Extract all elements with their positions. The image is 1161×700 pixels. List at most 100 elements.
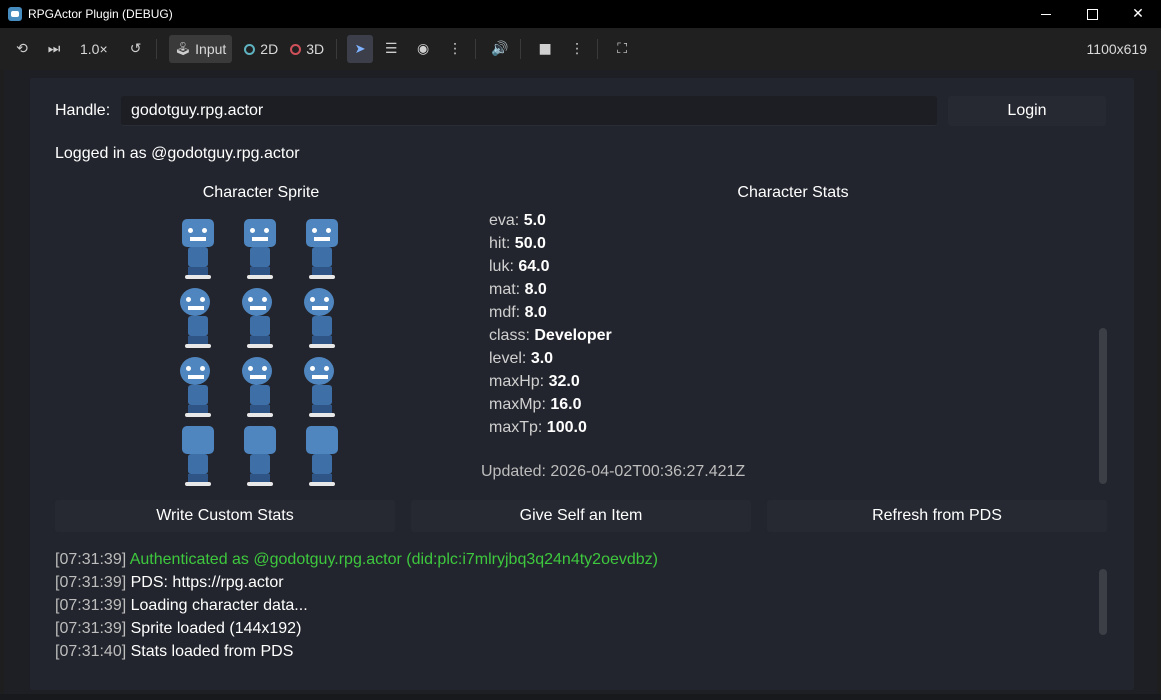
sprite-frame (292, 213, 354, 282)
stat-key: mat: (489, 281, 521, 298)
log-message: Sprite loaded (144x192) (130, 620, 302, 637)
stat-row-level: level: 3.0 (489, 347, 612, 370)
toolbar-divider (155, 39, 157, 59)
sprite-frame (230, 213, 292, 282)
stat-value: 100.0 (546, 419, 587, 436)
resolution-label: 1100x619 (1086, 41, 1147, 57)
stat-row-maxmp: maxMp: 16.0 (489, 393, 612, 416)
sprite-frame (292, 420, 354, 489)
sprite-frame (292, 282, 354, 351)
log-line: [07:31:39] Sprite loaded (144x192) (55, 617, 658, 640)
stat-row-luk: luk: 64.0 (489, 255, 612, 278)
stat-value: 16.0 (550, 396, 582, 413)
stat-key: hit: (489, 235, 511, 252)
remote-icon[interactable]: ⟲ (8, 35, 36, 63)
stat-value: 50.0 (514, 235, 546, 252)
log-scrollbar[interactable] (1099, 569, 1107, 635)
select-cursor-icon[interactable]: ➤ (347, 35, 374, 63)
input-toggle-button[interactable]: 🕹 Input (168, 35, 233, 63)
mode-3d-label: 3D (306, 41, 325, 57)
sprite-frame (168, 213, 230, 282)
handle-row: Handle: godotguy.rpg.actor Login (55, 96, 1110, 128)
sprite-frame (292, 351, 354, 420)
stat-key: class: (489, 327, 530, 344)
log-line: [07:31:39] PDS: https://rpg.actor (55, 571, 658, 594)
mode-2d-label: 2D (260, 41, 279, 57)
input-label: Input (195, 41, 227, 57)
refresh-from-pds-button[interactable]: Refresh from PDS (767, 500, 1107, 532)
handle-input[interactable]: godotguy.rpg.actor (121, 96, 937, 126)
toolbar-divider (475, 39, 477, 59)
stat-value: Developer (534, 327, 612, 344)
stat-key: luk: (489, 258, 514, 275)
updated-timestamp: Updated: 2026-04-02T00:36:27.421Z (481, 463, 746, 480)
stat-value: 8.0 (524, 281, 547, 298)
more-vert-icon[interactable]: ⋮ (441, 35, 469, 63)
log-message: Stats loaded from PDS (130, 643, 294, 660)
stat-value: 5.0 (523, 212, 546, 229)
ring-2d-icon (244, 43, 256, 55)
log-output: [07:31:39] Authenticated as @godotguy.rp… (55, 548, 658, 663)
stat-value: 64.0 (518, 258, 550, 275)
stat-row-hit: hit: 50.0 (489, 232, 612, 255)
reset-speed-icon[interactable]: ↺ (122, 35, 150, 63)
log-timestamp: [07:31:39] (55, 597, 127, 614)
character-sprite-sheet (168, 213, 354, 489)
speed-label[interactable]: 1.0× (80, 41, 108, 57)
mode-2d-button[interactable]: 2D (244, 41, 278, 57)
resolution-readout: 1100x619 (1087, 28, 1147, 70)
stat-row-eva: eva: 5.0 (489, 209, 612, 232)
stat-row-mat: mat: 8.0 (489, 278, 612, 301)
character-stats-list: eva: 5.0 hit: 50.0 luk: 64.0 mat: 8.0 md… (489, 209, 612, 439)
debug-toolbar: ⟲ ⏭ 1.0× ↺ 🕹 Input 2D 3D ➤ ☰ ◉ ⋮ 🔊 ■ ⋮ ⛶… (0, 28, 1161, 70)
log-timestamp: [07:31:39] (55, 574, 127, 591)
log-message: Authenticated as @godotguy.rpg.actor (di… (129, 551, 658, 568)
handle-label: Handle: (55, 102, 111, 119)
maximize-button[interactable] (1069, 0, 1115, 28)
stat-row-class: class: Developer (489, 324, 612, 347)
stat-value: 32.0 (548, 373, 580, 390)
toolbar-divider (520, 39, 522, 59)
speaker-icon[interactable]: 🔊 (486, 35, 514, 63)
content-scrollbar[interactable] (1099, 328, 1107, 484)
toolbar-divider (336, 39, 338, 59)
log-line: [07:31:39] Authenticated as @godotguy.rp… (55, 548, 658, 571)
stat-row-maxtp: maxTp: 100.0 (489, 416, 612, 439)
stat-value: 8.0 (524, 304, 547, 321)
stats-section-title: Character Stats (737, 184, 849, 201)
stat-row-maxhp: maxHp: 32.0 (489, 370, 612, 393)
give-self-item-button[interactable]: Give Self an Item (411, 500, 751, 532)
list-select-icon[interactable]: ☰ (377, 35, 405, 63)
camera-icon[interactable]: ■ (531, 35, 559, 63)
stat-key: maxHp: (489, 373, 545, 390)
sprite-frame (168, 420, 230, 489)
log-timestamp: [07:31:39] (55, 551, 127, 568)
sprite-frame (230, 282, 292, 351)
fullscreen-icon[interactable]: ⛶ (608, 35, 636, 63)
login-status: Logged in as @godotguy.rpg.actor (55, 145, 300, 162)
write-custom-stats-button[interactable]: Write Custom Stats (55, 500, 395, 532)
bottom-status-strip (0, 694, 1161, 700)
stat-row-mdf: mdf: 8.0 (489, 301, 612, 324)
stat-key: maxTp: (489, 419, 543, 436)
action-button-row: Write Custom Stats Give Self an Item Ref… (55, 500, 1107, 532)
sprite-frame (168, 351, 230, 420)
log-message: PDS: https://rpg.actor (130, 574, 284, 591)
joystick-icon: 🕹 (174, 41, 192, 57)
sprite-section-title: Character Sprite (202, 184, 320, 201)
eye-icon[interactable]: ◉ (409, 35, 437, 63)
log-timestamp: [07:31:39] (55, 620, 127, 637)
mode-3d-button[interactable]: 3D (290, 41, 324, 57)
login-button[interactable]: Login (948, 96, 1106, 126)
godot-logo-icon (8, 7, 22, 21)
close-button[interactable]: ✕ (1115, 0, 1161, 28)
minimize-button[interactable] (1023, 0, 1069, 28)
more-vert-icon[interactable]: ⋮ (563, 35, 591, 63)
step-frame-icon[interactable]: ⏭ (40, 35, 68, 63)
window-title: RPGActor Plugin (DEBUG) (28, 7, 173, 21)
sprite-frame (168, 282, 230, 351)
toolbar-divider (597, 39, 599, 59)
log-timestamp: [07:31:40] (55, 643, 127, 660)
window-controls: ✕ (1023, 0, 1161, 28)
stat-key: eva: (489, 212, 520, 229)
